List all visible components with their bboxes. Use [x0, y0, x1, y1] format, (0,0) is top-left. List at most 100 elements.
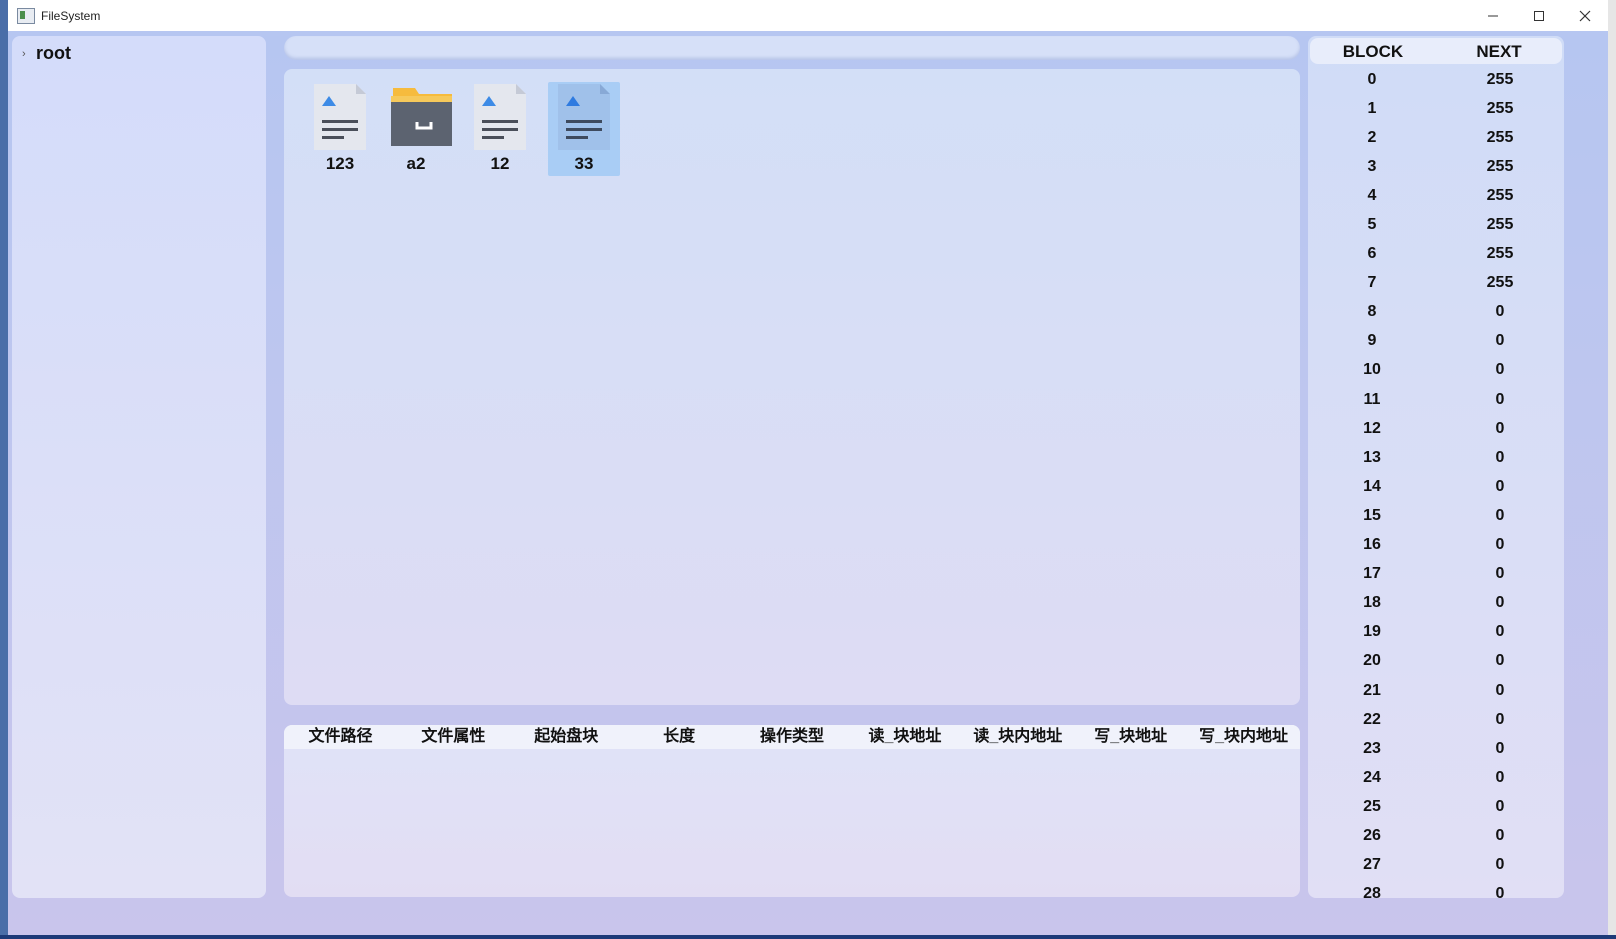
table-row[interactable]: 5 255 — [1308, 210, 1564, 239]
column-header-write-block[interactable]: 写_块地址 — [1074, 725, 1187, 749]
table-row[interactable]: 20 0 — [1308, 647, 1564, 676]
fat-block-cell: 16 — [1363, 536, 1381, 554]
table-row[interactable]: 17 0 — [1308, 560, 1564, 589]
fat-next-cell: 0 — [1495, 506, 1505, 524]
column-header-block[interactable]: BLOCK — [1310, 38, 1436, 64]
fat-next-cell: 255 — [1486, 274, 1514, 292]
fat-table[interactable]: BLOCK NEXT 0 255 1 255 2 255 3 255 4 255 5 255 6 255 7… — [1308, 36, 1564, 898]
app-window: FileSystem › root 123 a2 12 33 文件路径 文件属性… — [8, 0, 1608, 935]
table-row[interactable]: 14 0 — [1308, 472, 1564, 501]
folder-icon — [391, 88, 452, 146]
background-window-edge — [1608, 0, 1616, 939]
file-item-33[interactable]: 33 — [548, 82, 620, 176]
table-row[interactable]: 80 — [1308, 298, 1564, 327]
fat-block-cell: 10 — [1363, 361, 1381, 379]
fat-next-cell: 0 — [1495, 768, 1505, 786]
document-icon — [558, 84, 610, 150]
table-row[interactable]: 18 0 — [1308, 589, 1564, 618]
table-row[interactable]: 6 255 — [1308, 240, 1564, 269]
column-header-next[interactable]: NEXT — [1436, 38, 1562, 64]
file-item-123[interactable]: 123 — [304, 82, 376, 176]
fat-block-cell: 2 — [1367, 128, 1377, 146]
fat-table-body: 0 255 1 255 2 255 3 255 4 255 5 255 6 255 7 255 8 0 9 0 10 0 1… — [1308, 65, 1564, 898]
table-row[interactable]: 2 255 — [1308, 123, 1564, 152]
column-header-read-block[interactable]: 读_块地址 — [848, 725, 961, 749]
column-header-start-block[interactable]: 起始盘块 — [510, 725, 623, 749]
fat-next-cell: 255 — [1486, 128, 1514, 146]
column-header-file-attr[interactable]: 文件属性 — [397, 725, 510, 749]
table-row[interactable]: 16 0 — [1308, 531, 1564, 560]
table-row[interactable]: 4 255 — [1308, 181, 1564, 210]
fat-next-cell: 0 — [1495, 536, 1505, 554]
file-label: a2 — [406, 154, 426, 173]
table-row[interactable]: 3 255 — [1308, 152, 1564, 181]
fat-block-cell: 24 — [1363, 768, 1381, 786]
file-label: 123 — [325, 154, 355, 173]
fat-next-cell: 0 — [1495, 477, 1505, 495]
fat-block-cell: 21 — [1363, 681, 1381, 699]
table-row[interactable]: 15 0 — [1308, 501, 1564, 530]
operation-log-table[interactable]: 文件路径 文件属性 起始盘块 长度 操作类型 读_块地址 读_块内地址 写_块地… — [284, 725, 1300, 897]
fat-next-cell: 255 — [1486, 70, 1514, 88]
table-row[interactable]: 27 0 — [1308, 851, 1564, 880]
maximize-icon — [1534, 10, 1544, 21]
close-icon — [1579, 10, 1591, 21]
maximize-button[interactable] — [1516, 0, 1562, 31]
table-row[interactable]: 23 0 — [1308, 734, 1564, 763]
app-icon — [17, 7, 35, 24]
column-header-length[interactable]: 长度 — [623, 725, 736, 749]
fat-next-cell: 255 — [1486, 216, 1514, 234]
chevron-right-icon[interactable]: › — [22, 48, 36, 60]
path-bar[interactable] — [284, 36, 1300, 60]
window-title: FileSystem — [41, 8, 101, 23]
table-row[interactable]: 11 0 — [1308, 385, 1564, 414]
file-item-12[interactable]: 12 — [464, 82, 536, 176]
fat-next-cell: 0 — [1495, 739, 1505, 757]
tree-node-root[interactable]: › root — [22, 43, 71, 64]
fat-next-cell: 0 — [1495, 565, 1505, 583]
fat-next-cell: 0 — [1495, 303, 1505, 321]
column-header-read-offset[interactable]: 读_块内地址 — [961, 725, 1074, 749]
fat-block-cell: 8 — [1367, 303, 1377, 321]
document-icon — [474, 84, 526, 150]
fat-block-cell: 26 — [1363, 826, 1381, 844]
fat-block-cell: 14 — [1363, 477, 1381, 495]
fat-block-cell: 13 — [1363, 448, 1381, 466]
table-row[interactable]: 12 0 — [1308, 414, 1564, 443]
table-row[interactable]: 90 — [1308, 327, 1564, 356]
table-row[interactable]: 13 0 — [1308, 443, 1564, 472]
log-table-header: 文件路径 文件属性 起始盘块 长度 操作类型 读_块地址 读_块内地址 写_块地… — [284, 725, 1300, 749]
title-bar[interactable]: FileSystem — [8, 0, 1608, 31]
table-row[interactable]: 24 0 — [1308, 763, 1564, 792]
folder-item-a2[interactable]: a2 — [380, 82, 452, 176]
table-row[interactable]: 28 0 — [1308, 880, 1564, 898]
table-row[interactable]: 10 0 — [1308, 356, 1564, 385]
document-icon — [314, 84, 366, 150]
file-view[interactable]: 123 a2 12 33 — [284, 69, 1300, 705]
table-row[interactable]: 7 255 — [1308, 269, 1564, 298]
table-row[interactable]: 19 0 — [1308, 618, 1564, 647]
directory-tree[interactable]: › root — [12, 36, 266, 898]
table-row[interactable]: 22 0 — [1308, 705, 1564, 734]
fat-block-cell: 0 — [1367, 70, 1377, 88]
table-row[interactable]: 21 0 — [1308, 676, 1564, 705]
fat-block-cell: 28 — [1363, 885, 1381, 898]
fat-next-cell: 0 — [1495, 710, 1505, 728]
close-button[interactable] — [1562, 0, 1608, 31]
fat-block-cell: 17 — [1363, 565, 1381, 583]
fat-block-cell: 4 — [1367, 186, 1377, 204]
column-header-file-path[interactable]: 文件路径 — [284, 725, 397, 749]
table-row[interactable]: 25 0 — [1308, 792, 1564, 821]
column-header-write-offset[interactable]: 写_块内地址 — [1187, 725, 1300, 749]
table-row[interactable]: 0 255 — [1308, 65, 1564, 94]
fat-block-cell: 15 — [1363, 506, 1381, 524]
table-row[interactable]: 1 255 — [1308, 94, 1564, 123]
fat-next-cell: 0 — [1495, 623, 1505, 641]
column-header-op-type[interactable]: 操作类型 — [736, 725, 849, 749]
fat-next-cell: 0 — [1495, 419, 1505, 437]
fat-block-cell: 20 — [1363, 652, 1381, 670]
fat-next-cell: 0 — [1495, 390, 1505, 408]
minimize-button[interactable] — [1470, 0, 1516, 31]
fat-next-cell: 255 — [1486, 186, 1514, 204]
table-row[interactable]: 26 0 — [1308, 821, 1564, 850]
